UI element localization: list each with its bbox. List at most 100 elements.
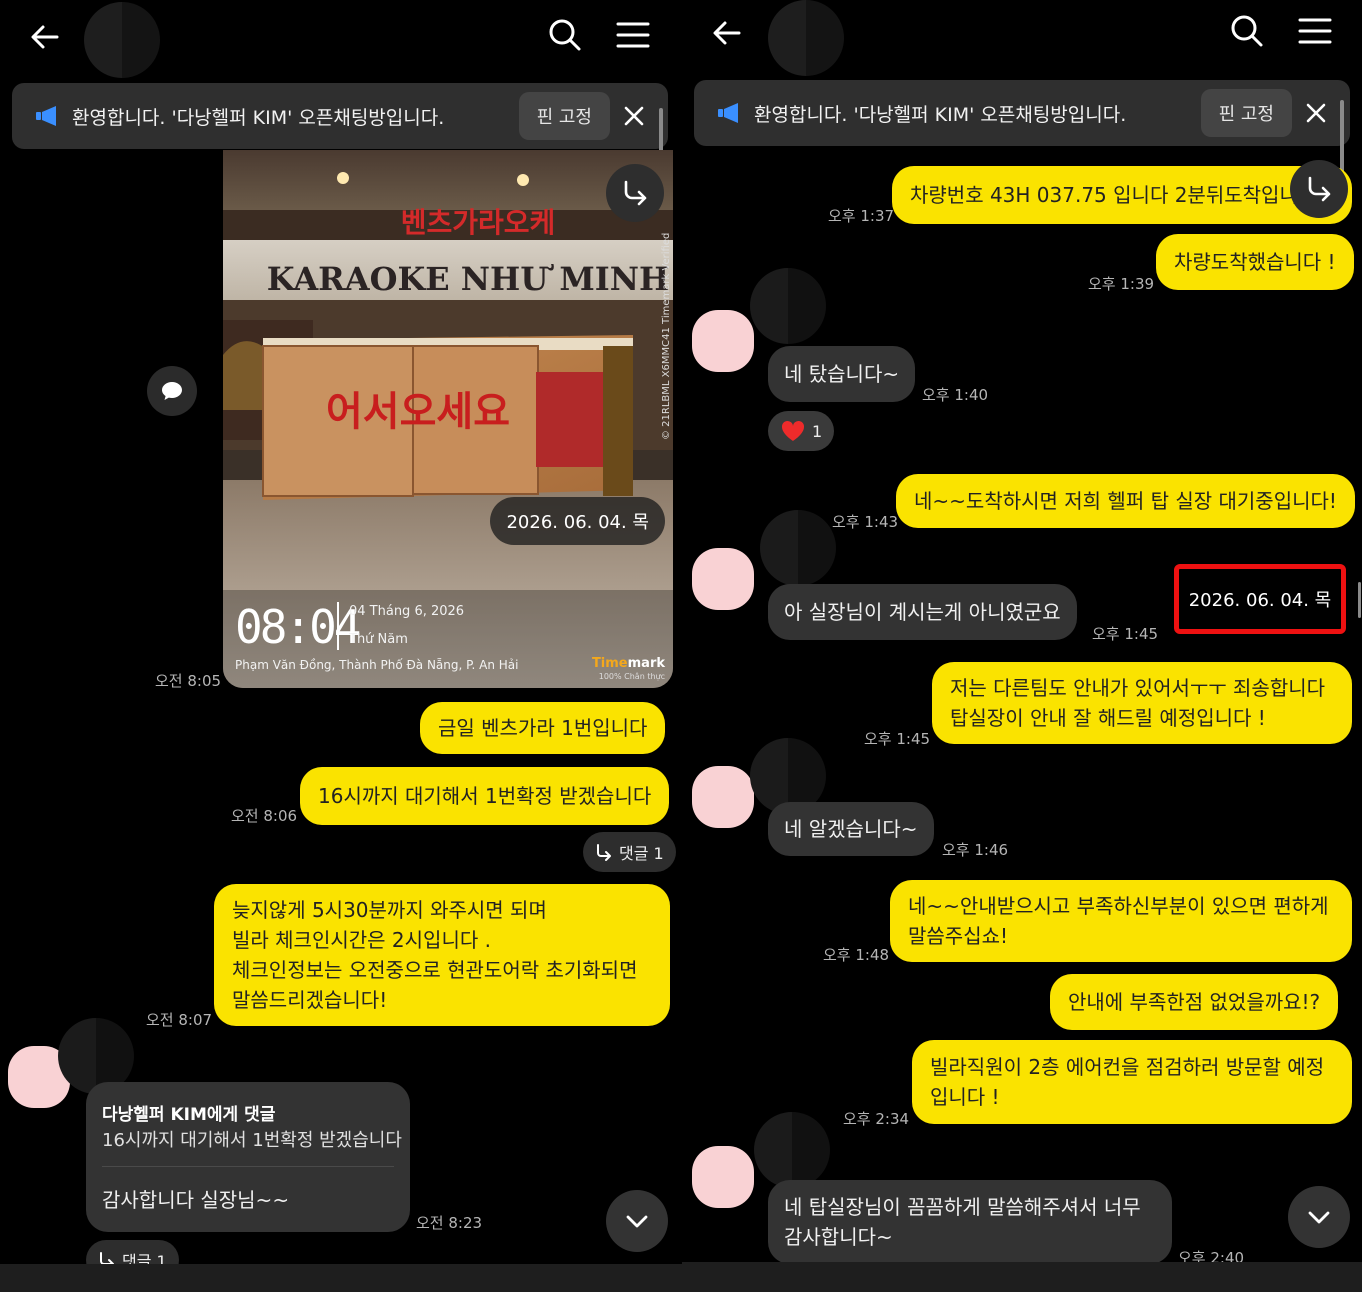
close-icon — [624, 106, 644, 126]
close-notice-button[interactable] — [610, 92, 658, 140]
reply-arrow-icon — [597, 844, 611, 861]
photo-message[interactable]: 벤츠가라오케 KARAOKE NHƯ MINH 어서오세요 © 21RLBML … — [223, 150, 673, 688]
scrollbar[interactable] — [1340, 100, 1344, 176]
megaphone-icon — [36, 106, 56, 126]
reply-count-label: 댓글 1 — [619, 844, 664, 863]
scrollbar[interactable] — [1358, 582, 1361, 618]
message-line: 말씀드리겠습니다! — [232, 988, 388, 1012]
sender-avatar[interactable] — [692, 766, 754, 828]
chat-message-mine[interactable]: 빌라직원이 2층 에어컨을 점검하러 방문할 예정 입니다 ! — [912, 1040, 1352, 1124]
chat-message-mine[interactable]: 늦지않게 5시30분까지 와주시면 되며 빌라 체크인시간은 2시입니다 . 체… — [214, 884, 670, 1026]
timemark-brand-b: mark — [627, 656, 665, 671]
chat-message-mine[interactable]: 안내에 부족한점 없었을까요!? — [1050, 974, 1339, 1030]
sender-avatar[interactable] — [692, 1146, 754, 1208]
message-time: 오후 1:45 — [864, 730, 931, 748]
sender-avatar[interactable] — [692, 310, 754, 372]
message-time: 오후 2:34 — [843, 1110, 910, 1128]
chevron-down-icon — [1308, 1211, 1330, 1224]
search-icon — [1231, 15, 1263, 47]
notice-text: 환영합니다. '다낭헬퍼 KIM' 오픈채팅방입니다. — [72, 106, 445, 129]
hamburger-menu-icon — [616, 22, 650, 48]
menu-button[interactable] — [1290, 6, 1340, 56]
close-notice-button[interactable] — [1292, 89, 1340, 137]
chat-message-reply[interactable]: 다낭헬퍼 KIM에게 댓글 16시까지 대기해서 1번확정 받겠습니다 감사합니… — [86, 1082, 410, 1232]
menu-button[interactable] — [608, 10, 658, 60]
chat-message-other[interactable]: 네 탔습니다~ — [768, 346, 916, 402]
photo-sign-main: KARAOKE NHƯ MINH — [267, 260, 669, 298]
reply-divider — [102, 1166, 394, 1167]
message-time: 오후 1:45 — [1092, 625, 1159, 643]
message-line: 입니다 ! — [930, 1085, 1000, 1109]
pin-button[interactable]: 핀 고정 — [518, 92, 610, 140]
share-button[interactable] — [1290, 160, 1348, 218]
chat-avatar[interactable] — [768, 0, 844, 76]
message-time: 오전 8:07 — [146, 1011, 213, 1029]
photo-time: 08:04 — [235, 600, 361, 654]
search-icon — [549, 19, 581, 51]
right-chat-panel: 환영합니다. '다낭헬퍼 KIM' 오픈채팅방입니다. 핀 고정 차량번호 43… — [682, 0, 1362, 1292]
heart-icon — [781, 420, 805, 441]
reaction-count: 1 — [812, 421, 823, 441]
reply-header: 다낭헬퍼 KIM에게 댓글 — [102, 1105, 276, 1125]
chat-message-mine[interactable]: 금일 벤츠가라 1번입니다 — [420, 702, 666, 754]
scroll-down-button[interactable] — [1288, 1186, 1350, 1248]
input-bar[interactable] — [682, 1262, 1362, 1292]
chat-message-mine[interactable]: 네~~도착하시면 저희 헬퍼 탑 실장 대기중입니다! — [896, 474, 1355, 528]
comment-button[interactable] — [147, 366, 197, 416]
message-line: 네 탑실장님이 꼼꼼하게 말씀해주셔서 너무 — [784, 1195, 1141, 1219]
message-time: 오후 1:37 — [828, 207, 895, 225]
notice-banner[interactable]: 환영합니다. '다낭헬퍼 KIM' 오픈채팅방입니다. 핀 고정 — [12, 83, 668, 149]
chat-message-other[interactable]: 네 탑실장님이 꼼꼼하게 말씀해주셔서 너무 감사합니다~ — [768, 1180, 1172, 1264]
timemark-logo: Timemark — [592, 656, 665, 671]
notice-banner[interactable]: 환영합니다. '다낭헬퍼 KIM' 오픈채팅방입니다. 핀 고정 — [694, 80, 1350, 146]
highlighted-date-badge: 2026. 06. 04. 목 — [1174, 564, 1346, 634]
input-bar[interactable] — [0, 1264, 682, 1292]
photo-time-divider — [337, 602, 339, 650]
share-button[interactable] — [606, 164, 664, 222]
message-time: 오후 1:48 — [823, 946, 890, 964]
reply-count-chip[interactable]: 댓글 1 — [583, 832, 676, 872]
message-time: 오후 1:43 — [832, 513, 899, 531]
photo-date-badge: 2026. 06. 04. 목 — [490, 497, 665, 545]
message-time: 오전 8:05 — [155, 672, 222, 690]
share-arrow-icon — [624, 180, 647, 206]
message-line: 네~~안내받으시고 부족하신부분이 있으면 편하게 — [908, 894, 1329, 918]
chat-message-mine[interactable]: 네~~안내받으시고 부족하신부분이 있으면 편하게 말씀주십쇼! — [890, 880, 1352, 962]
photo-side-text: © 21RLBML X6MMC41 Timemark Verified — [661, 233, 672, 440]
chat-message-other[interactable]: 아 실장님이 계시는게 아니였군요 — [768, 584, 1077, 640]
sender-avatar-overlay — [750, 268, 826, 344]
pin-button[interactable]: 핀 고정 — [1200, 89, 1292, 137]
message-line: 빌라 체크인시간은 2시입니다 . — [232, 928, 491, 952]
sender-avatar-overlay — [760, 510, 836, 586]
message-line: 저는 다른팀도 안내가 있어서ㅜㅜ 죄송합니다 — [950, 676, 1326, 700]
photo-counter-text: 어서오세요 — [326, 389, 510, 435]
photo-address: Phạm Văn Đồng, Thành Phố Đà Nẵng, P. An … — [235, 658, 519, 672]
search-button[interactable] — [540, 10, 590, 60]
left-chat-panel: 환영합니다. '다낭헬퍼 KIM' 오픈채팅방입니다. 핀 고정 벤츠가라오케 … — [0, 0, 682, 1292]
sender-avatar-overlay — [754, 1112, 830, 1188]
chat-message-other[interactable]: 네 알겠습니다~ — [768, 802, 934, 856]
hamburger-menu-icon — [1298, 18, 1332, 44]
message-line: 말씀주십쇼! — [908, 924, 1009, 948]
timemark-brand-a: Time — [591, 656, 628, 671]
photo-date-line: 04 Tháng 6, 2026 — [349, 604, 465, 619]
chat-message-mine[interactable]: 차량번호 43H 037.75 입니다 2분뒤도착입니다 — [892, 166, 1352, 224]
back-button[interactable] — [20, 12, 70, 62]
reply-quoted-text: 16시까지 대기해서 1번확정 받겠습니다 — [102, 1130, 402, 1151]
photo-sign-korean: 벤츠가라오케 — [401, 206, 556, 239]
message-time: 오후 1:40 — [922, 386, 989, 404]
message-line: 빌라직원이 2층 에어컨을 점검하러 방문할 예정 — [930, 1055, 1325, 1079]
chat-message-mine[interactable]: 차량도착했습니다 ! — [1156, 234, 1354, 290]
message-time: 오후 1:46 — [942, 841, 1009, 859]
chat-message-mine[interactable]: 16시까지 대기해서 1번확정 받겠습니다 — [300, 767, 670, 825]
reply-text: 감사합니다 실장님~~ — [102, 1188, 290, 1212]
sender-avatar[interactable] — [692, 548, 754, 610]
message-line: 감사합니다~ — [784, 1225, 893, 1249]
reaction-chip[interactable]: 1 — [768, 411, 835, 451]
back-button[interactable] — [702, 8, 752, 58]
chat-avatar[interactable] — [84, 2, 160, 78]
close-icon — [1306, 103, 1326, 123]
search-button[interactable] — [1222, 6, 1272, 56]
chat-message-mine[interactable]: 저는 다른팀도 안내가 있어서ㅜㅜ 죄송합니다 탑실장이 안내 잘 해드릴 예정… — [932, 662, 1352, 744]
scroll-down-button[interactable] — [606, 1190, 668, 1252]
